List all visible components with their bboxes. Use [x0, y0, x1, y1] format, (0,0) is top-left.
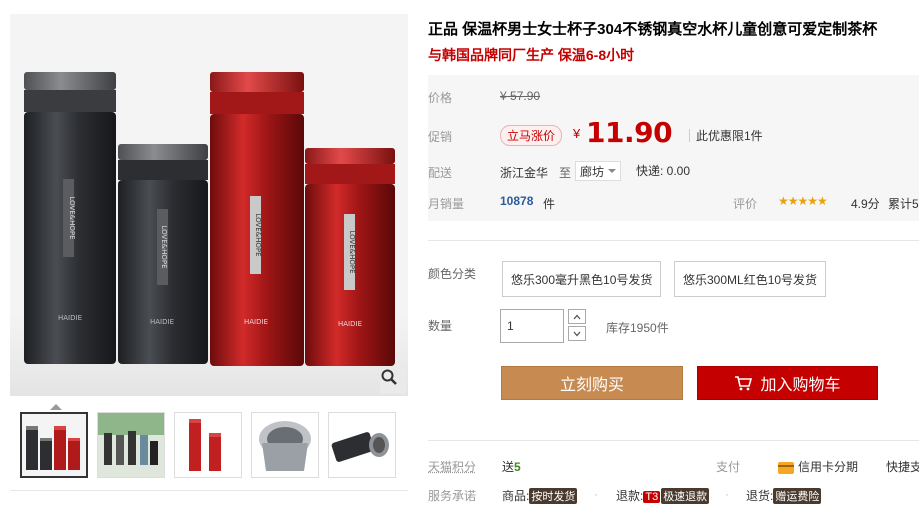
chevron-down-icon [573, 331, 581, 336]
service-goods-label: 商品: [502, 489, 530, 503]
promo-tag: 立马涨价 [500, 125, 563, 146]
service-dot-1: · [594, 487, 598, 501]
color-label: 颜色分类 [428, 267, 477, 281]
svg-text:LOVE&HOPE: LOVE&HOPE [160, 225, 168, 268]
stock-count: 库存1950件 [606, 321, 669, 335]
quantity-input[interactable]: 1 [500, 309, 564, 343]
original-price: ¥ 57.90 [500, 89, 540, 103]
quantity-decrease-button[interactable] [568, 326, 586, 341]
original-price-currency: ¥ [500, 89, 507, 103]
black-short-cup: LOVE&HOPE HAIDIE [118, 144, 208, 364]
product-title: 正品 保温杯男士女士杯子304不锈钢真空水杯儿童创意可爱定制茶杯 [428, 21, 878, 38]
sales-label: 月销量 [428, 197, 465, 211]
shipping-destination-select[interactable]: 廊坊 [575, 161, 622, 181]
shipping-origin: 浙江金华 [500, 166, 549, 180]
add-to-cart-label: 加入购物车 [760, 377, 841, 394]
chevron-up-icon [573, 314, 581, 319]
divider-bottom [428, 440, 919, 441]
service-goods-tag[interactable]: 按时发货 [529, 488, 578, 504]
service-goods: 商品: 按时发货 [502, 487, 578, 504]
credit-installment-label: 信用卡分期 [798, 460, 859, 474]
svg-text:HAIDIE: HAIDIE [244, 318, 268, 326]
product-info: 正品 保温杯男士女士杯子304不锈钢真空水杯儿童创意可爱定制茶杯 与韩国品牌同厂… [428, 0, 919, 507]
rating-total[interactable]: 累计5 [888, 195, 919, 212]
promo-separator [689, 129, 690, 142]
service-refund-label: 退款: [616, 489, 644, 503]
t3-badge-icon: T3 [643, 491, 661, 503]
svg-text:HAIDIE: HAIDIE [58, 314, 82, 322]
service-refund-tag[interactable]: 极速退款 [661, 488, 710, 504]
credit-card-icon [778, 461, 794, 474]
service-label: 服务承诺 [428, 489, 477, 503]
service-return: 退货: 赠运费险 [746, 487, 822, 504]
service-return-tag[interactable]: 赠运费险 [773, 488, 822, 504]
points-prefix: 送 [502, 460, 515, 474]
quantity-label: 数量 [428, 319, 453, 333]
buy-now-button[interactable]: 立刻购买 [501, 366, 683, 400]
gallery-divider [10, 490, 408, 491]
payment-label: 支付 [716, 460, 741, 474]
shipping-destination: 廊坊 [580, 164, 605, 179]
quick-pay[interactable]: 快捷支 [886, 458, 919, 475]
thumbnail-strip [10, 400, 408, 490]
points-amount: 5 [514, 460, 521, 474]
thumbnail-3[interactable] [174, 412, 242, 478]
shipping-express: 快递: 0.00 [636, 164, 691, 178]
points-label[interactable]: 天猫积分 [428, 458, 476, 475]
price-panel: 价格 ¥ 57.90 促销 立马涨价 ¥ 11.90 此优惠限1件 配送 浙江金… [428, 75, 919, 221]
price-label: 价格 [428, 91, 453, 105]
thumbnail-marker [50, 404, 62, 410]
product-gallery: LOVE&HOPE HAIDIE LOVE&HOPE HAIDIE LOVE&H… [0, 0, 410, 507]
divider-top [428, 240, 919, 241]
promo-limit: 此优惠限1件 [696, 129, 763, 143]
svg-text:HAIDIE: HAIDIE [338, 320, 362, 328]
shipping-label: 配送 [428, 166, 453, 180]
zoom-icon[interactable] [380, 368, 406, 394]
thermos-illustration: LOVE&HOPE HAIDIE LOVE&HOPE HAIDIE LOVE&H… [10, 14, 408, 396]
service-refund: 退款: T3 极速退款 [616, 487, 710, 504]
color-option-red[interactable]: 悠乐300ML红色10号发货 [674, 261, 827, 297]
thumbnail-2[interactable] [97, 412, 165, 478]
service-return-label: 退货: [746, 489, 774, 503]
sales-unit: 件 [543, 197, 556, 211]
promo-label: 促销 [428, 130, 453, 144]
svg-text:LOVE&HOPE: LOVE&HOPE [254, 213, 262, 256]
color-option-black[interactable]: 悠乐300毫升黑色10号发货 [502, 261, 662, 297]
rating-label: 评价 [733, 197, 758, 211]
thumbnail-4[interactable] [251, 412, 319, 478]
svg-text:LOVE&HOPE: LOVE&HOPE [68, 196, 76, 239]
chevron-down-icon [608, 169, 617, 173]
svg-text:HAIDIE: HAIDIE [150, 318, 174, 326]
shipping-to: 至 [559, 166, 572, 180]
red-short-cup: LOVE&HOPE HAIDIE [305, 148, 395, 366]
service-dot-2: · [725, 487, 729, 501]
product-subtitle: 与韩国品牌同厂生产 保温6-8小时 [428, 47, 635, 63]
star-rating-icon: ★★★★★ [778, 194, 828, 208]
sales-count[interactable]: 10878 [500, 194, 533, 208]
rating-score: 4.9分 [851, 197, 880, 211]
svg-text:LOVE&HOPE: LOVE&HOPE [348, 230, 356, 273]
main-product-image[interactable]: LOVE&HOPE HAIDIE LOVE&HOPE HAIDIE LOVE&H… [10, 14, 408, 396]
add-to-cart-button[interactable]: 加入购物车 [697, 366, 878, 400]
credit-installment[interactable]: 信用卡分期 [778, 458, 858, 475]
red-tall-cup: LOVE&HOPE HAIDIE [210, 72, 304, 366]
black-tall-cup: LOVE&HOPE HAIDIE [24, 72, 116, 364]
cart-icon [735, 376, 753, 391]
points-value: 送5 [502, 458, 521, 475]
quantity-increase-button[interactable] [568, 309, 586, 324]
thumbnail-5[interactable] [328, 412, 396, 478]
promo-price: 11.90 [586, 116, 673, 149]
original-price-value: 57.90 [510, 89, 541, 103]
thumbnail-1[interactable] [20, 412, 88, 478]
promo-currency: ¥ [573, 126, 581, 141]
